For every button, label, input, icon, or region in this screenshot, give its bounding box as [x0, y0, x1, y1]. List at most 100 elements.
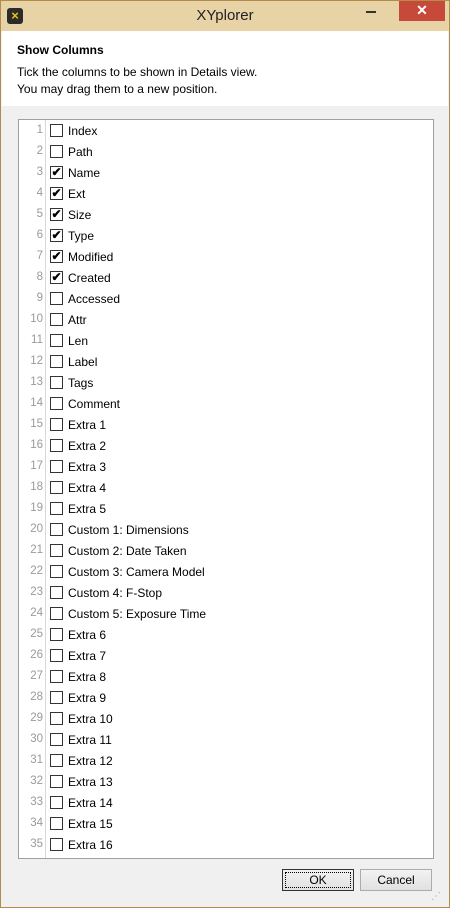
column-checkbox[interactable]: [50, 502, 63, 515]
column-row[interactable]: 8 ✔ Created: [19, 268, 433, 289]
header-title: Show Columns: [17, 43, 104, 57]
title-bar[interactable]: × XYplorer ✕: [1, 1, 449, 31]
column-row[interactable]: 10 Attr: [19, 310, 433, 331]
checkmark-icon: ✔: [51, 249, 62, 263]
column-checkbox[interactable]: [50, 145, 63, 158]
column-checkbox[interactable]: [50, 607, 63, 620]
column-checkbox[interactable]: ✔: [50, 208, 63, 221]
column-checkbox[interactable]: ✔: [50, 187, 63, 200]
row-number: 30: [30, 733, 43, 745]
column-row[interactable]: 30 Extra 11: [19, 730, 433, 751]
column-row[interactable]: 19 Extra 5: [19, 499, 433, 520]
column-row[interactable]: 6 ✔ Type: [19, 226, 433, 247]
column-label: Custom 3: Camera Model: [68, 565, 205, 579]
row-number: 6: [36, 229, 43, 241]
column-row[interactable]: 20 Custom 1: Dimensions: [19, 520, 433, 541]
column-row[interactable]: 14 Comment: [19, 394, 433, 415]
column-checkbox[interactable]: ✔: [50, 271, 63, 284]
column-row[interactable]: 25 Extra 6: [19, 625, 433, 646]
column-checkbox[interactable]: [50, 313, 63, 326]
column-checkbox[interactable]: [50, 544, 63, 557]
column-checkbox[interactable]: [50, 418, 63, 431]
column-checkbox[interactable]: [50, 628, 63, 641]
column-row[interactable]: 34 Extra 15: [19, 814, 433, 835]
column-row[interactable]: 4 ✔ Ext: [19, 184, 433, 205]
column-label: Comment: [68, 397, 121, 411]
column-checkbox[interactable]: ✔: [50, 229, 63, 242]
column-checkbox[interactable]: [50, 523, 63, 536]
column-row[interactable]: 26 Extra 7: [19, 646, 433, 667]
column-checkbox[interactable]: [50, 838, 63, 851]
column-checkbox[interactable]: [50, 796, 63, 809]
column-checkbox[interactable]: [50, 733, 63, 746]
column-checkbox[interactable]: [50, 754, 63, 767]
minimize-button[interactable]: [357, 1, 385, 21]
column-row[interactable]: 1 Index: [19, 121, 433, 142]
column-label: Modified: [68, 250, 114, 264]
column-checkbox[interactable]: ✔: [50, 250, 63, 263]
column-row[interactable]: 11 Len: [19, 331, 433, 352]
header-instruction-1: Tick the columns to be shown in Details …: [17, 65, 258, 79]
column-row[interactable]: 18 Extra 4: [19, 478, 433, 499]
column-checkbox[interactable]: [50, 481, 63, 494]
close-button[interactable]: ✕: [399, 1, 445, 21]
column-checkbox[interactable]: [50, 397, 63, 410]
checkmark-icon: ✔: [51, 270, 62, 284]
cancel-button-label: Cancel: [377, 873, 415, 887]
column-checkbox[interactable]: [50, 817, 63, 830]
column-checkbox[interactable]: [50, 439, 63, 452]
column-checkbox[interactable]: [50, 376, 63, 389]
columns-list[interactable]: 1 Index 2 Path 3 ✔ Name 4 ✔ Ext 5 ✔ Size 6 ✔ Type 7 ✔ Modi…: [18, 119, 434, 859]
column-checkbox[interactable]: [50, 649, 63, 662]
row-number: 1: [36, 124, 43, 136]
column-label: Name: [68, 166, 101, 180]
row-number: 29: [30, 712, 43, 724]
column-row[interactable]: 21 Custom 2: Date Taken: [19, 541, 433, 562]
column-row[interactable]: 17 Extra 3: [19, 457, 433, 478]
minimize-icon: [366, 11, 376, 13]
column-checkbox[interactable]: [50, 292, 63, 305]
column-label: Len: [68, 334, 89, 348]
column-row[interactable]: 2 Path: [19, 142, 433, 163]
column-row[interactable]: 28 Extra 9: [19, 688, 433, 709]
column-row[interactable]: 32 Extra 13: [19, 772, 433, 793]
column-row[interactable]: 7 ✔ Modified: [19, 247, 433, 268]
column-checkbox[interactable]: [50, 460, 63, 473]
column-checkbox[interactable]: [50, 334, 63, 347]
column-row[interactable]: 5 ✔ Size: [19, 205, 433, 226]
ok-button[interactable]: OK: [282, 869, 354, 891]
column-row[interactable]: 23 Custom 4: F-Stop: [19, 583, 433, 604]
row-number: 7: [36, 250, 43, 262]
column-checkbox[interactable]: [50, 712, 63, 725]
column-row[interactable]: 31 Extra 12: [19, 751, 433, 772]
row-number: 14: [30, 397, 43, 409]
column-checkbox[interactable]: [50, 124, 63, 137]
column-row[interactable]: 13 Tags: [19, 373, 433, 394]
row-number: 24: [30, 607, 43, 619]
column-row[interactable]: 33 Extra 14: [19, 793, 433, 814]
column-checkbox[interactable]: [50, 670, 63, 683]
column-checkbox[interactable]: [50, 691, 63, 704]
column-checkbox[interactable]: [50, 355, 63, 368]
column-row[interactable]: 16 Extra 2: [19, 436, 433, 457]
column-row[interactable]: 29 Extra 10: [19, 709, 433, 730]
column-label: Type: [68, 229, 95, 243]
column-row[interactable]: 35 Extra 16: [19, 835, 433, 856]
row-number: 22: [30, 565, 43, 577]
column-checkbox[interactable]: [50, 565, 63, 578]
row-number: 25: [30, 628, 43, 640]
cancel-button[interactable]: Cancel: [360, 869, 432, 891]
column-row[interactable]: 27 Extra 8: [19, 667, 433, 688]
column-row[interactable]: 3 ✔ Name: [19, 163, 433, 184]
column-row[interactable]: 24 Custom 5: Exposure Time: [19, 604, 433, 625]
column-row[interactable]: 9 Accessed: [19, 289, 433, 310]
column-checkbox[interactable]: [50, 586, 63, 599]
row-number: 16: [30, 439, 43, 451]
column-checkbox[interactable]: ✔: [50, 166, 63, 179]
column-row[interactable]: 15 Extra 1: [19, 415, 433, 436]
column-checkbox[interactable]: [50, 775, 63, 788]
column-row[interactable]: 22 Custom 3: Camera Model: [19, 562, 433, 583]
column-label: Custom 5: Exposure Time: [68, 607, 207, 621]
column-row[interactable]: 12 Label: [19, 352, 433, 373]
resize-grip-icon[interactable]: ⋰: [431, 891, 443, 903]
